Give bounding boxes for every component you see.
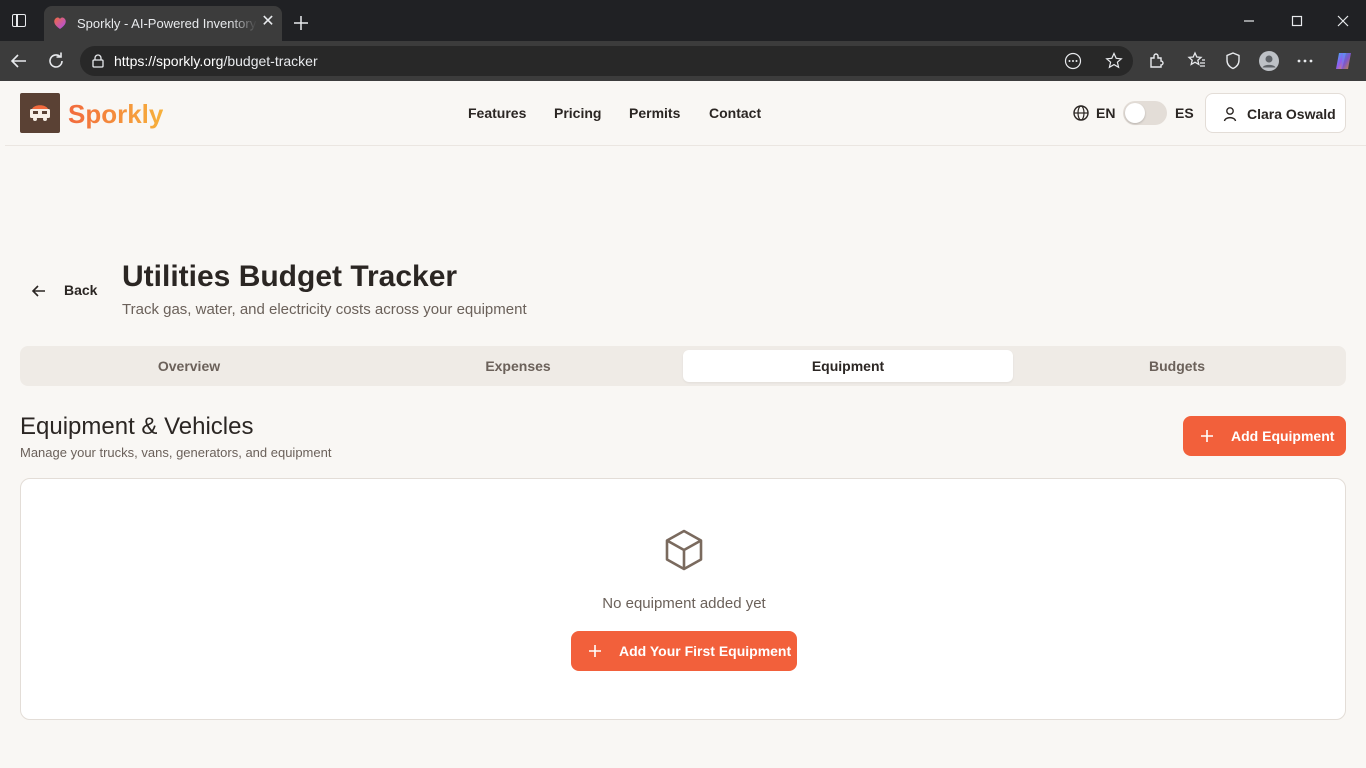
user-name: Clara Oswald xyxy=(1247,106,1336,122)
tab-title: Sporkly - AI-Powered Inventory Managemen… xyxy=(77,16,257,31)
reload-icon[interactable] xyxy=(45,50,67,72)
more-tools-icon[interactable] xyxy=(1063,51,1083,71)
url-host: https://sporkly.org xyxy=(114,53,224,69)
arrow-left-icon xyxy=(31,285,45,297)
user-menu-button[interactable]: Clara Oswald xyxy=(1205,93,1346,133)
site-header: Sporkly Features Pricing Permits Contact… xyxy=(5,81,1366,146)
brand-name[interactable]: Sporkly xyxy=(68,99,163,130)
language-en: EN xyxy=(1096,105,1116,121)
tab-actions-icon[interactable] xyxy=(12,14,26,27)
lock-icon xyxy=(92,54,104,68)
language-toggle[interactable] xyxy=(1123,101,1167,125)
tab-overview[interactable]: Overview xyxy=(24,350,354,382)
tab-list: Overview Expenses Equipment Budgets xyxy=(20,346,1346,386)
plus-icon xyxy=(589,645,601,657)
url-path: /budget-tracker xyxy=(223,53,318,69)
favorite-star-icon[interactable] xyxy=(1104,51,1124,71)
toggle-knob xyxy=(1125,103,1145,123)
back-nav-icon[interactable] xyxy=(8,50,30,72)
add-equipment-button[interactable]: Add Equipment xyxy=(1183,416,1346,456)
browser-essentials-icon[interactable] xyxy=(1222,50,1244,72)
nav-permits[interactable]: Permits xyxy=(629,105,680,121)
minimize-icon[interactable] xyxy=(1240,12,1258,30)
add-equipment-label: Add Equipment xyxy=(1231,428,1335,444)
equipment-empty-state: No equipment added yet Add Your First Eq… xyxy=(20,478,1346,720)
browser-tab[interactable]: Sporkly - AI-Powered Inventory Managemen… xyxy=(44,6,282,41)
extensions-icon[interactable] xyxy=(1146,50,1168,72)
empty-state-message: No equipment added yet xyxy=(602,595,766,612)
food-truck-icon xyxy=(30,105,50,121)
tab-budgets[interactable]: Budgets xyxy=(1012,350,1342,382)
copilot-icon[interactable] xyxy=(1333,50,1355,72)
back-label: Back xyxy=(64,282,98,298)
maximize-icon[interactable] xyxy=(1288,12,1306,30)
add-first-equipment-label: Add Your First Equipment xyxy=(619,643,792,659)
tab-equipment[interactable]: Equipment xyxy=(683,350,1013,382)
close-window-icon[interactable] xyxy=(1334,12,1352,30)
page-subtitle: Track gas, water, and electricity costs … xyxy=(122,301,527,318)
new-tab-icon[interactable] xyxy=(290,12,312,34)
plus-icon xyxy=(1201,430,1213,442)
settings-menu-icon[interactable] xyxy=(1294,50,1316,72)
profile-avatar-icon[interactable] xyxy=(1258,50,1280,72)
close-tab-icon[interactable]: ✕ xyxy=(260,14,276,30)
user-icon xyxy=(1223,107,1237,122)
add-first-equipment-button[interactable]: Add Your First Equipment xyxy=(571,631,797,671)
section-subtitle: Manage your trucks, vans, generators, an… xyxy=(20,445,332,460)
nav-features[interactable]: Features xyxy=(468,105,526,121)
nav-contact[interactable]: Contact xyxy=(709,105,761,121)
tab-expenses[interactable]: Expenses xyxy=(353,350,683,382)
page-title: Utilities Budget Tracker xyxy=(122,260,458,293)
package-icon xyxy=(665,529,703,571)
back-button[interactable]: Back xyxy=(22,276,102,306)
section-title: Equipment & Vehicles xyxy=(20,413,254,440)
language-es: ES xyxy=(1175,105,1194,121)
globe-icon xyxy=(1073,105,1089,121)
nav-pricing[interactable]: Pricing xyxy=(554,105,601,121)
browser-tab-bar: Sporkly - AI-Powered Inventory Managemen… xyxy=(0,0,1366,41)
address-bar[interactable]: https://sporkly.org/budget-tracker xyxy=(80,46,1133,76)
sporkly-favicon-icon xyxy=(54,17,66,29)
browser-toolbar: https://sporkly.org/budget-tracker xyxy=(0,41,1366,81)
favorites-icon[interactable] xyxy=(1186,50,1208,72)
logo-icon[interactable] xyxy=(20,93,60,133)
url-text: https://sporkly.org/budget-tracker xyxy=(114,53,318,69)
